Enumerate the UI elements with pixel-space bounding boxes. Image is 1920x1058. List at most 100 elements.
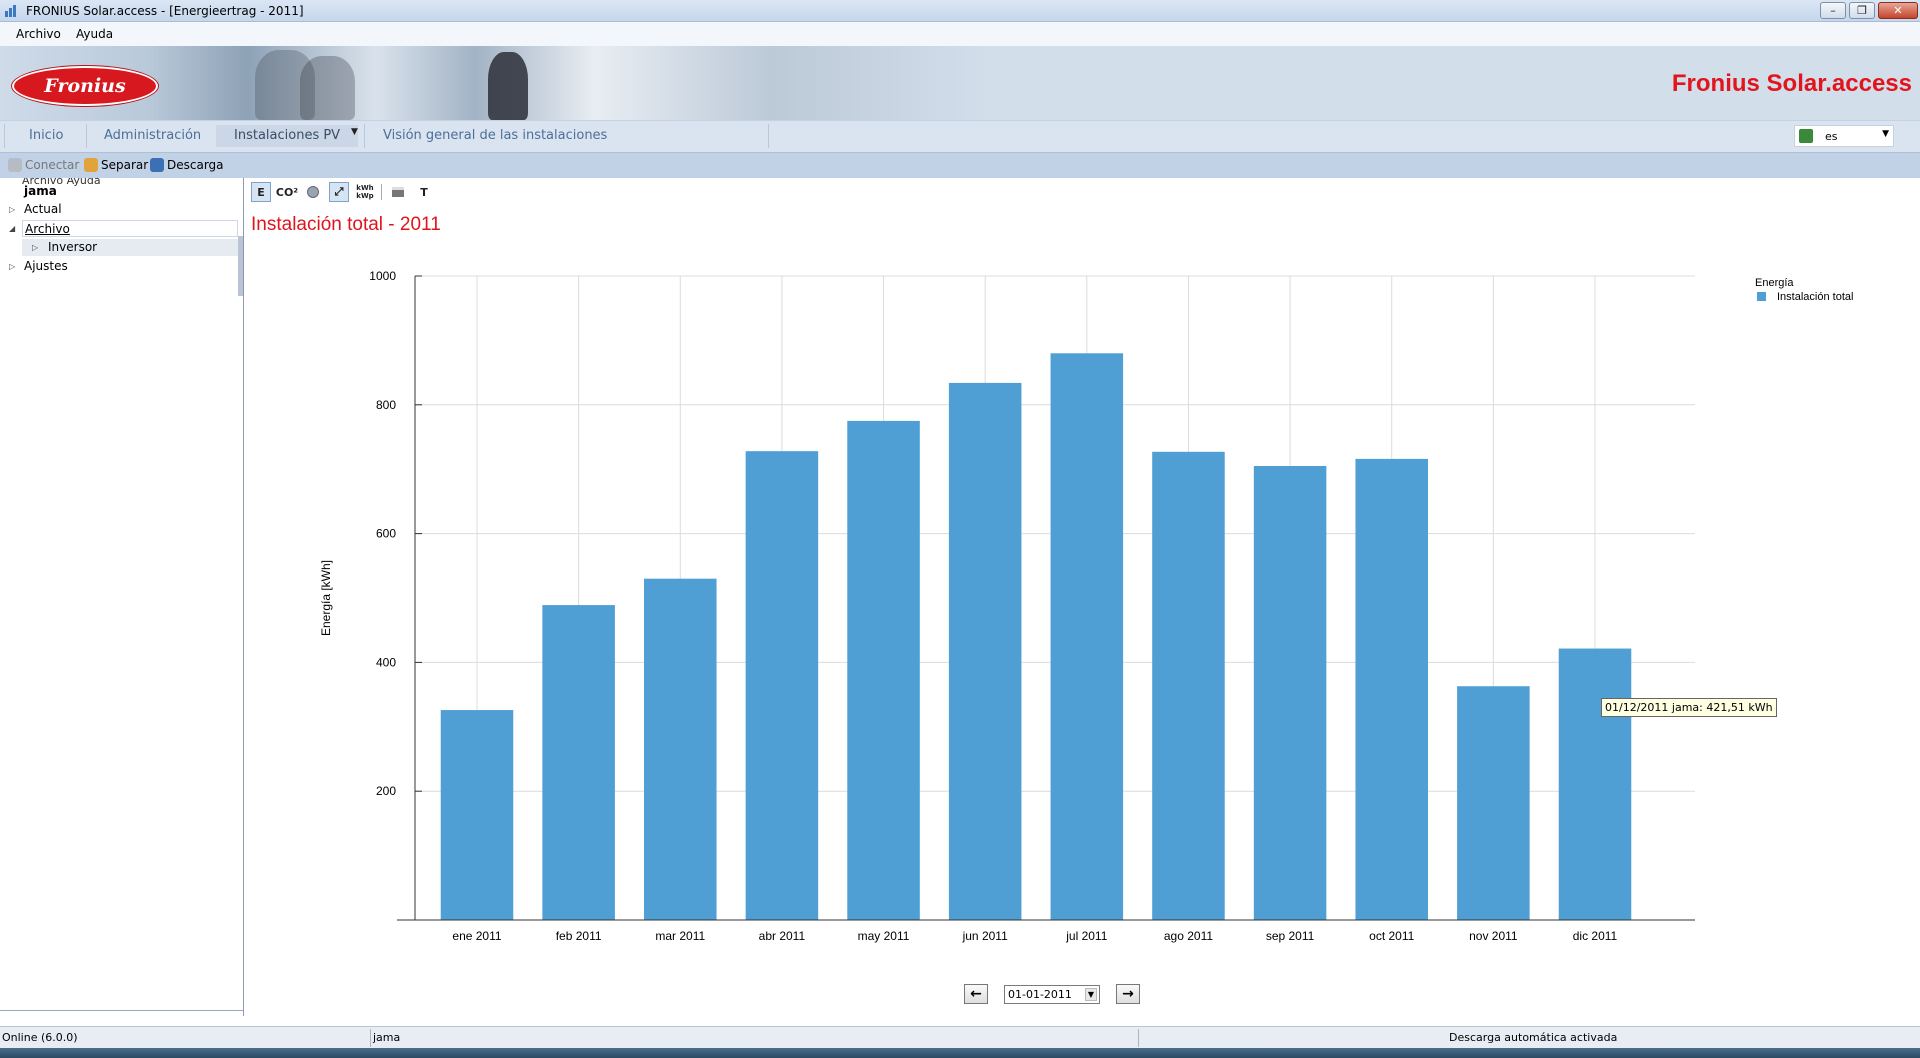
window-title: FRONIUS Solar.access - [Energieertrag - … (26, 4, 304, 18)
chart: 200 400 600 800 1000 ene 2011 feb 2011 mar 2011… (319, 269, 1853, 943)
connect-button[interactable]: Conectar (8, 158, 79, 172)
tree-item-ajustes[interactable]: Ajustes (24, 258, 68, 275)
tab-vision-general[interactable]: Visión general de las instalaciones (383, 128, 607, 143)
date-select[interactable]: 01-01-2011 ▼ (1004, 985, 1100, 1004)
download-icon (150, 158, 164, 172)
tab-administracion[interactable]: Administración (104, 128, 201, 143)
arrow-right-icon: → (1122, 986, 1134, 1002)
chevron-down-icon: ▼ (1882, 129, 1889, 139)
minimize-button[interactable]: – (1820, 2, 1846, 19)
status-download: Descarga automática activada (1449, 1031, 1618, 1044)
printer-icon (392, 187, 404, 197)
disconnect-icon (84, 158, 98, 172)
tree-item-actual[interactable]: Actual (24, 201, 62, 218)
tree-root-jama[interactable]: jama (24, 183, 57, 200)
toolbar: Conectar Separar Descarga (0, 152, 1920, 178)
arrow-left-icon: ← (970, 986, 982, 1002)
menu-archivo[interactable]: Archivo (16, 27, 61, 41)
previous-period-button[interactable]: ← (964, 984, 988, 1004)
restore-button[interactable]: ❐ (1849, 2, 1875, 19)
x-tick-label: oct 2011 (1369, 929, 1414, 943)
navigation-tabs: Inicio Administración Instalaciones PV ▼… (0, 120, 1920, 152)
separate-button[interactable]: Separar (84, 158, 148, 172)
x-tick-label: sep 2011 (1266, 929, 1315, 943)
tree-scrollbar[interactable] (238, 236, 243, 296)
chart-toolbar: E CO² ⤢ kWh kWp T (251, 182, 434, 202)
expand-icon: ▷ (32, 243, 39, 252)
minimize-icon: – (1830, 4, 1836, 17)
separate-label: Separar (101, 158, 149, 172)
y-tick-label: 400 (376, 655, 396, 669)
language-select[interactable]: es ▼ (1794, 125, 1894, 147)
x-tick-label: jun 2011 (962, 929, 1008, 943)
next-period-button[interactable]: → (1116, 984, 1140, 1004)
tree-item-inversor[interactable]: ▷ Inversor (22, 239, 238, 256)
kwh-kwp-button[interactable]: kWh kWp (355, 182, 375, 202)
bar-sep-2011 (1253, 465, 1327, 920)
legend-entry: Instalación total (1777, 291, 1853, 303)
legend-title: Energía (1755, 277, 1794, 289)
fronius-logo: Fronius (12, 66, 158, 106)
close-button[interactable]: ✕ (1878, 2, 1918, 19)
expand-icon[interactable]: ▷ (9, 262, 15, 271)
navigation-tree: Archivo Ayuda jama ▷ Actual ◢ Archivo ▷ … (0, 178, 244, 1016)
x-tick-label: feb 2011 (556, 929, 602, 943)
coin-icon (307, 186, 319, 198)
bar-oct-2011 (1355, 458, 1428, 920)
chart-panel: 200 400 600 800 1000 ene 2011 feb 2011 mar 2011… (245, 178, 1920, 1016)
x-tick-label: ago 2011 (1164, 929, 1213, 943)
fullscreen-button[interactable]: ⤢ (329, 182, 349, 202)
x-tick-label: abr 2011 (759, 929, 806, 943)
x-tick-label: dic 2011 (1573, 929, 1618, 943)
expand-icon[interactable]: ▷ (9, 205, 15, 214)
bar-ago-2011 (1152, 451, 1225, 920)
print-button[interactable] (388, 182, 408, 202)
status-installation: jama (373, 1031, 401, 1044)
co2-view-button[interactable]: CO² (276, 182, 298, 202)
menu-bar: Archivo Ayuda (0, 22, 1920, 46)
language-value: es (1825, 130, 1838, 143)
bar-may-2011 (847, 420, 920, 920)
bar-jun-2011 (948, 382, 1022, 920)
status-connection: Online (6.0.0) (2, 1031, 78, 1044)
y-tick-label: 800 (376, 398, 396, 412)
x-tick-label: nov 2011 (1469, 929, 1518, 943)
tree-item-archivo[interactable]: Archivo (22, 220, 238, 237)
bar-nov-2011 (1457, 686, 1530, 920)
chevron-down-icon[interactable]: ▼ (351, 127, 358, 137)
kwh-kwp-icon: kWh kWp (356, 184, 374, 200)
phone-icon (8, 158, 22, 172)
x-tick-label: ene 2011 (452, 929, 501, 943)
collapse-icon[interactable]: ◢ (9, 224, 15, 233)
connect-label: Conectar (25, 158, 80, 172)
status-bar: Online (6.0.0) jama Descarga automática … (0, 1026, 1920, 1048)
bar-abr-2011 (745, 451, 819, 920)
bar-ene-2011 (440, 710, 514, 920)
chart-title: Instalación total - 2011 (251, 214, 441, 235)
header-banner: Fronius Fronius Solar.access (0, 46, 1920, 120)
chart-tooltip: 01/12/2011 jama: 421,51 kWh (1601, 698, 1777, 717)
legend-swatch (1757, 292, 1766, 301)
menu-ayuda[interactable]: Ayuda (76, 27, 113, 41)
x-tick-label: jul 2011 (1065, 929, 1107, 943)
text-button[interactable]: T (414, 182, 434, 202)
download-button[interactable]: Descarga (150, 158, 224, 172)
bar-mar-2011 (644, 578, 717, 920)
date-value: 01-01-2011 (1008, 988, 1072, 1001)
x-tick-label: may 2011 (858, 929, 910, 943)
expand-icon: ⤢ (334, 185, 344, 198)
taskbar (0, 1048, 1920, 1058)
close-icon: ✕ (1893, 4, 1903, 17)
y-tick-label: 600 (376, 527, 396, 541)
tab-instalaciones-pv[interactable]: Instalaciones PV (216, 125, 359, 147)
y-tick-label: 1000 (369, 269, 396, 283)
bar-dic-2011 (1558, 648, 1632, 920)
app-icon (5, 5, 16, 17)
bar-jul-2011 (1050, 353, 1124, 920)
energy-view-button[interactable]: E (251, 182, 271, 202)
restore-icon: ❐ (1857, 4, 1867, 17)
brand-title: Fronius Solar.access (1671, 70, 1912, 97)
money-view-button[interactable] (303, 182, 323, 202)
tab-inicio[interactable]: Inicio (29, 128, 63, 143)
download-label: Descarga (167, 158, 224, 172)
